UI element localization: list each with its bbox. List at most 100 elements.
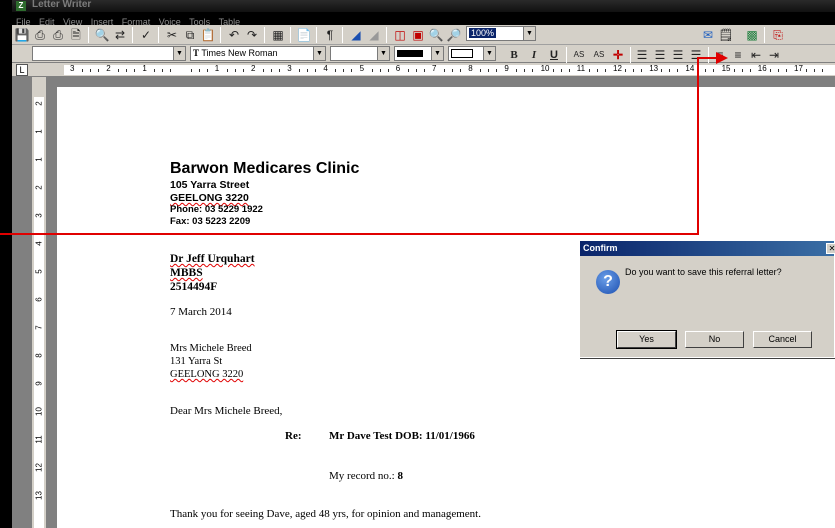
chevron-down-icon[interactable]: ▼ — [377, 47, 389, 60]
vertical-ruler-number: 3 — [34, 213, 44, 218]
ruler-number: 5 — [359, 64, 365, 73]
ruler-tick — [697, 69, 699, 72]
vertical-ruler[interactable]: 2 1 1 2 3 4 5 6 7 8 9 10 11 12 13 — [32, 77, 46, 528]
toolbar-separator — [630, 47, 631, 63]
underline-button[interactable]: U — [546, 47, 562, 63]
replace-icon[interactable]: ⇄ — [112, 27, 128, 43]
no-button[interactable]: No — [685, 331, 744, 348]
spellcheck-icon[interactable]: ✓ — [138, 27, 154, 43]
insert-field-icon[interactable]: ◫ — [392, 27, 408, 43]
ruler-tick — [604, 69, 606, 72]
chevron-down-icon[interactable]: ▼ — [483, 47, 495, 60]
font-color-select[interactable]: ▼ — [394, 46, 444, 61]
ruler-tick — [170, 69, 172, 72]
ruler-tick — [641, 69, 642, 72]
close-icon[interactable]: ✕ — [826, 243, 835, 254]
tab-stop-selector[interactable]: L — [16, 64, 28, 76]
pdf-icon[interactable]: ⎘ — [770, 27, 786, 43]
find-icon[interactable]: 🔍 — [94, 27, 110, 43]
ruler-tick — [705, 69, 707, 72]
paste-icon[interactable]: 📋 — [200, 27, 216, 43]
style-select[interactable]: ▼ — [32, 46, 186, 61]
cut-icon[interactable]: ✂ — [164, 27, 180, 43]
ruler-tick — [371, 69, 373, 72]
toolbar-separator — [220, 27, 221, 43]
undo-icon[interactable]: ↶ — [226, 27, 242, 43]
font-select[interactable]: T Times New Roman ▼ — [190, 46, 326, 61]
table-icon[interactable]: ▦ — [270, 27, 286, 43]
align-right-icon[interactable]: ☰ — [670, 47, 686, 63]
print-preview-icon[interactable]: 🗎 — [68, 27, 84, 43]
ruler-tick — [154, 69, 156, 72]
toolbar-separator — [132, 27, 133, 43]
chevron-down-icon[interactable]: ▼ — [313, 47, 325, 60]
ruler-number: 6 — [395, 64, 401, 73]
subscript-button[interactable]: AS — [570, 47, 588, 63]
vertical-ruler-number: 5 — [34, 269, 44, 274]
ruler-tick — [822, 69, 823, 72]
toolbar-separator — [764, 27, 765, 43]
clinic-street: 105 Yarra Street — [170, 179, 250, 191]
bold-button[interactable]: B — [506, 47, 522, 63]
bullet-list-icon[interactable]: ≡ — [730, 47, 746, 63]
chevron-down-icon[interactable]: ▼ — [431, 47, 443, 60]
clinic-phone: Phone: 03 5229 1922 — [170, 204, 263, 215]
decrease-indent-icon[interactable]: ⇤ — [748, 47, 764, 63]
ruler-number: 1 — [142, 64, 147, 73]
toolbar-separator — [264, 27, 265, 43]
italic-button[interactable]: I — [526, 47, 542, 63]
vertical-ruler-number: 9 — [34, 381, 44, 386]
copy-icon[interactable]: ⧉ — [182, 27, 198, 43]
vertical-ruler-number: 1 — [34, 129, 44, 134]
vertical-ruler-track[interactable]: 2 1 1 2 3 4 5 6 7 8 9 10 11 12 13 — [34, 97, 44, 528]
send-icon[interactable]: ✉ — [700, 27, 716, 43]
align-center-icon[interactable]: ☰ — [652, 47, 668, 63]
ruler-number: 15 — [721, 64, 731, 73]
save-icon[interactable]: 💾 — [14, 27, 30, 43]
address-book-icon[interactable]: 🗒 — [718, 27, 734, 43]
ruler-track[interactable]: 3 2 1 1 2 3 4 5 6 7 8 9 10 11 12 13 14 15 16 17 — [64, 64, 835, 75]
horizontal-ruler[interactable]: L 3 2 1 1 2 3 4 5 6 7 8 9 10 11 12 13 14 15 16 17 — [12, 63, 835, 77]
ruler-tick — [444, 69, 445, 72]
superscript-button[interactable]: AS — [590, 47, 608, 63]
re-patient: Mr Dave Test DOB: 11/01/1966 — [329, 430, 475, 442]
yes-button[interactable]: Yes — [616, 330, 677, 349]
font-size-select[interactable]: ▼ — [330, 46, 390, 61]
ruler-tick — [741, 69, 743, 72]
cancel-button[interactable]: Cancel — [753, 331, 812, 348]
document-icon[interactable]: 📄 — [296, 27, 312, 43]
dialog-message: Do you want to save this referral letter… — [625, 267, 782, 277]
ruler-number: 14 — [685, 64, 695, 73]
confirm-dialog: Confirm ✕ ? Do you want to save this ref… — [579, 240, 835, 358]
chevron-down-icon[interactable]: ▼ — [523, 27, 535, 40]
zoom-in-icon[interactable]: 🔍 — [428, 27, 444, 43]
ruler-number: 11 — [576, 64, 586, 73]
ruler-tick — [452, 69, 453, 72]
ruler-tick — [423, 69, 425, 72]
print-icon[interactable]: ⎙ — [32, 27, 48, 43]
zoom-out-icon[interactable]: 🔎 — [446, 27, 462, 43]
numbered-list-icon[interactable]: ≡ — [712, 47, 728, 63]
increase-indent-icon[interactable]: ⇥ — [766, 47, 782, 63]
save-letter-icon[interactable]: ▩ — [744, 27, 760, 43]
ruler-tick — [568, 69, 570, 72]
pilcrow-icon[interactable]: ¶ — [322, 27, 338, 43]
print-setup-icon[interactable]: ⎙ — [50, 27, 66, 43]
justify-icon[interactable]: ☰ — [688, 47, 704, 63]
ruler-tick — [198, 69, 200, 72]
align-left-icon[interactable]: ☰ — [634, 47, 650, 63]
highlight-icon[interactable]: ◢ — [348, 27, 364, 43]
calendar-icon[interactable]: ▣ — [410, 27, 426, 43]
highlight-off-icon[interactable]: ◢ — [366, 27, 382, 43]
zoom-select[interactable]: 100% ▼ — [466, 26, 536, 41]
toolbar-separator — [158, 27, 159, 43]
app-icon: Z — [16, 1, 26, 11]
chevron-down-icon[interactable]: ▼ — [173, 47, 185, 60]
strikethrough-icon[interactable]: ✛ — [610, 47, 626, 63]
ruler-tick — [524, 69, 526, 72]
redo-icon[interactable]: ↷ — [244, 27, 260, 43]
vertical-ruler-number: 13 — [34, 491, 44, 500]
color-swatch — [397, 50, 423, 57]
highlight-color-select[interactable]: ▼ — [448, 46, 496, 61]
toolbar-separator — [386, 27, 387, 43]
